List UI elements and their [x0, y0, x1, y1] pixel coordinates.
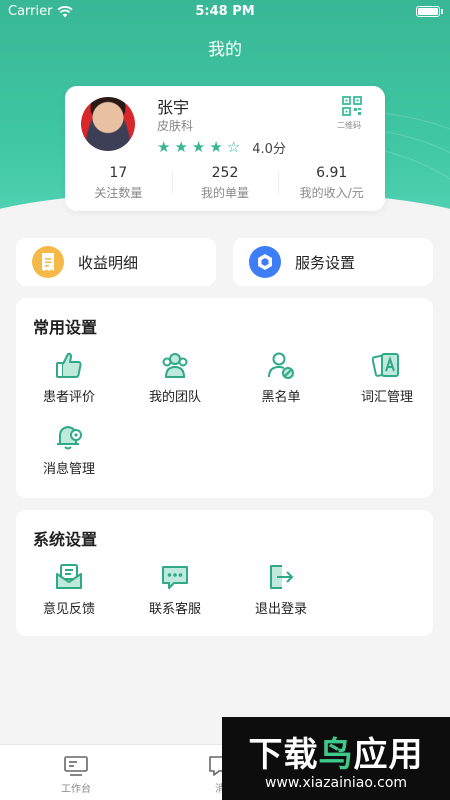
grid-item-label: 黑名单	[261, 390, 301, 405]
grid-item-label: 词汇管理	[360, 390, 413, 405]
user-block-icon	[268, 352, 294, 379]
quick-action-label: 收益明细	[78, 253, 139, 272]
battery-icon	[416, 6, 443, 17]
qr-code-icon	[342, 96, 362, 116]
profile-card[interactable]: 张宇 皮肤科 ★ ★ ★ ★ ☆ 4.0分 二维码 17 关注数量 252 我的…	[65, 86, 385, 211]
grid-item-label: 联系客服	[148, 602, 201, 617]
stat-label: 关注数量	[94, 186, 143, 200]
tab-workbench[interactable]: 工作台	[36, 755, 116, 795]
income-detail-button[interactable]: 收益明细	[16, 238, 216, 286]
watermark-url: www.xiazainiao.com	[264, 775, 408, 791]
qr-code-label: 二维码	[337, 121, 361, 130]
contact-support-item[interactable]: 联系客服	[123, 562, 227, 617]
my-team-item[interactable]: 我的团队	[123, 350, 227, 405]
star-filled-icon: ★	[157, 138, 171, 156]
watermark-title-a: 下载	[248, 735, 319, 775]
vocabulary-management-item[interactable]: 词汇管理	[335, 350, 439, 405]
stats-row: 17 关注数量 252 我的单量 6.91 我的收入/元	[65, 165, 385, 205]
rating: ★ ★ ★ ★ ☆ 4.0分	[157, 138, 286, 158]
clock: 5:48 PM	[195, 4, 255, 19]
common-settings-section: 常用设置 患者评价 我的团队 黑名单 词汇管理 消息管理	[16, 298, 433, 498]
stat-order-count[interactable]: 252 我的单量	[171, 165, 279, 205]
service-settings-button[interactable]: 服务设置	[233, 238, 433, 286]
grid-item-label: 我的团队	[148, 390, 201, 405]
section-title: 系统设置	[33, 530, 98, 549]
stat-label: 我的单量	[201, 186, 250, 200]
tab-label: 工作台	[61, 784, 91, 795]
page-title: 我的	[208, 40, 242, 60]
rating-score: 4.0分	[252, 142, 286, 157]
vocabulary-cards-icon	[372, 353, 399, 377]
bell-settings-icon	[57, 426, 82, 450]
grid-item-label: 消息管理	[42, 462, 95, 477]
star-filled-icon: ★	[174, 138, 188, 156]
star-filled-icon: ★	[191, 138, 206, 156]
logout-item[interactable]: 退出登录	[229, 562, 333, 617]
watermark-title-c: 应用	[353, 735, 424, 775]
message-management-item[interactable]: 消息管理	[17, 422, 121, 477]
system-settings-section: 系统设置 意见反馈 联系客服 退出登录	[16, 510, 433, 636]
logout-icon	[270, 565, 293, 589]
blacklist-item[interactable]: 黑名单	[229, 350, 333, 405]
patient-review-item[interactable]: 患者评价	[17, 350, 121, 405]
stat-income[interactable]: 6.91 我的收入/元	[278, 165, 385, 205]
stat-value: 17	[109, 165, 128, 181]
department: 皮肤科	[157, 119, 194, 133]
feedback-item[interactable]: 意见反馈	[17, 562, 121, 617]
grid-item-label: 意见反馈	[42, 602, 95, 617]
stat-value: 6.91	[316, 165, 348, 181]
grid-item-label: 患者评价	[42, 390, 95, 405]
stat-label: 我的收入/元	[299, 186, 364, 200]
receipt-icon	[32, 246, 64, 278]
star-filled-icon: ★	[209, 138, 223, 156]
doctor-name: 张宇	[157, 98, 190, 117]
watermark: 下载鸟应用 www.xiazainiao.com	[222, 717, 450, 800]
chat-dots-icon	[162, 566, 188, 589]
watermark-title: 下载鸟应用	[222, 727, 450, 776]
watermark-title-b: 鸟	[318, 735, 354, 775]
monitor-icon	[64, 756, 88, 776]
avatar[interactable]	[81, 97, 135, 151]
grid-item-label: 退出登录	[254, 602, 307, 617]
stat-value: 252	[211, 165, 239, 181]
hexagon-settings-icon	[249, 246, 281, 278]
feedback-mail-icon	[56, 564, 82, 589]
status-bar: Carrier 5:48 PM	[0, 0, 450, 24]
stat-follow-count[interactable]: 17 关注数量	[65, 165, 172, 205]
star-empty-icon: ☆	[226, 138, 241, 156]
quick-action-label: 服务设置	[295, 253, 356, 272]
section-title: 常用设置	[33, 318, 98, 337]
qr-code-button[interactable]: 二维码	[337, 96, 367, 131]
team-icon	[162, 353, 188, 378]
thumbs-up-icon	[56, 352, 82, 378]
